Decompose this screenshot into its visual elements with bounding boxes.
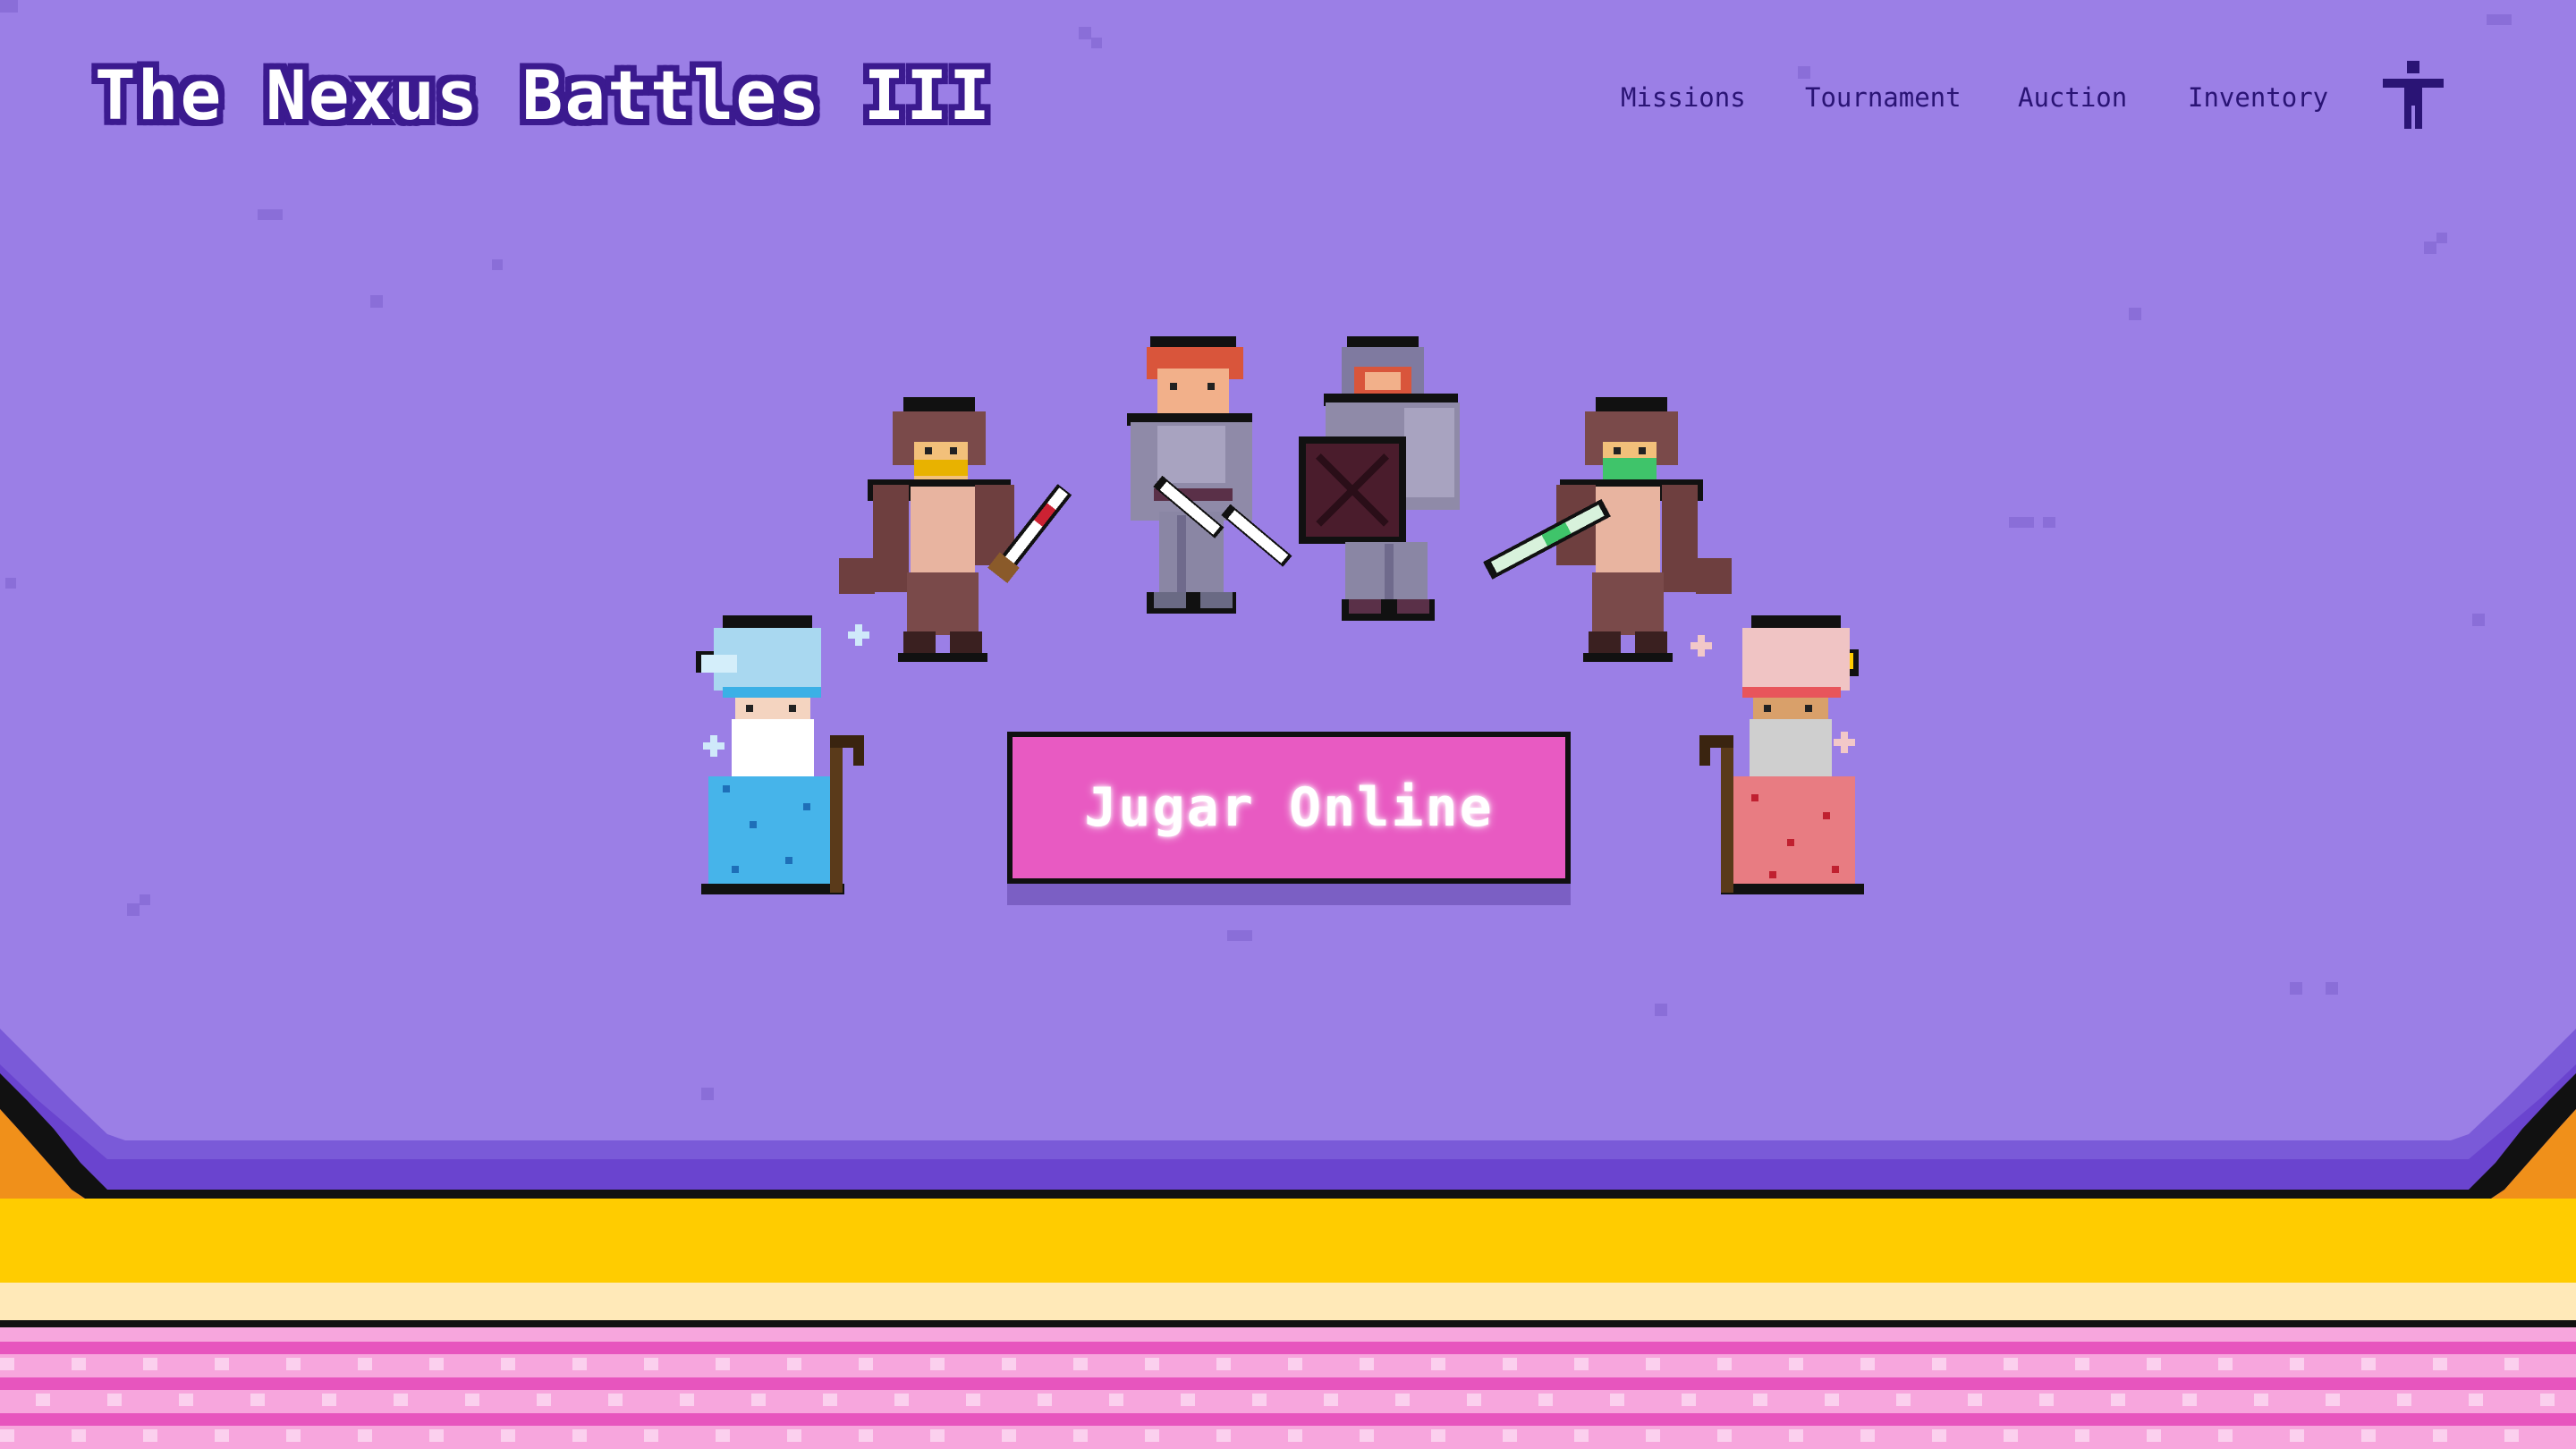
armored-warrior-sprite [1299,336,1460,621]
ice-wizard-sprite [696,615,869,894]
arena-frame [0,1029,2576,1449]
nav-missions[interactable]: Missions [1621,82,1746,113]
nav-auction[interactable]: Auction [2018,82,2127,113]
nav-inventory[interactable]: Inventory [2188,82,2328,113]
nav-tournament[interactable]: Tournament [1805,82,1962,113]
accessibility-icon[interactable] [2383,61,2444,129]
fire-wizard-sprite [1690,615,1864,894]
site-title[interactable]: The Nexus Battles III [95,55,992,135]
knight-swordswoman-sprite [1127,336,1292,614]
play-online-button[interactable]: Jugar Online [1007,732,1571,884]
